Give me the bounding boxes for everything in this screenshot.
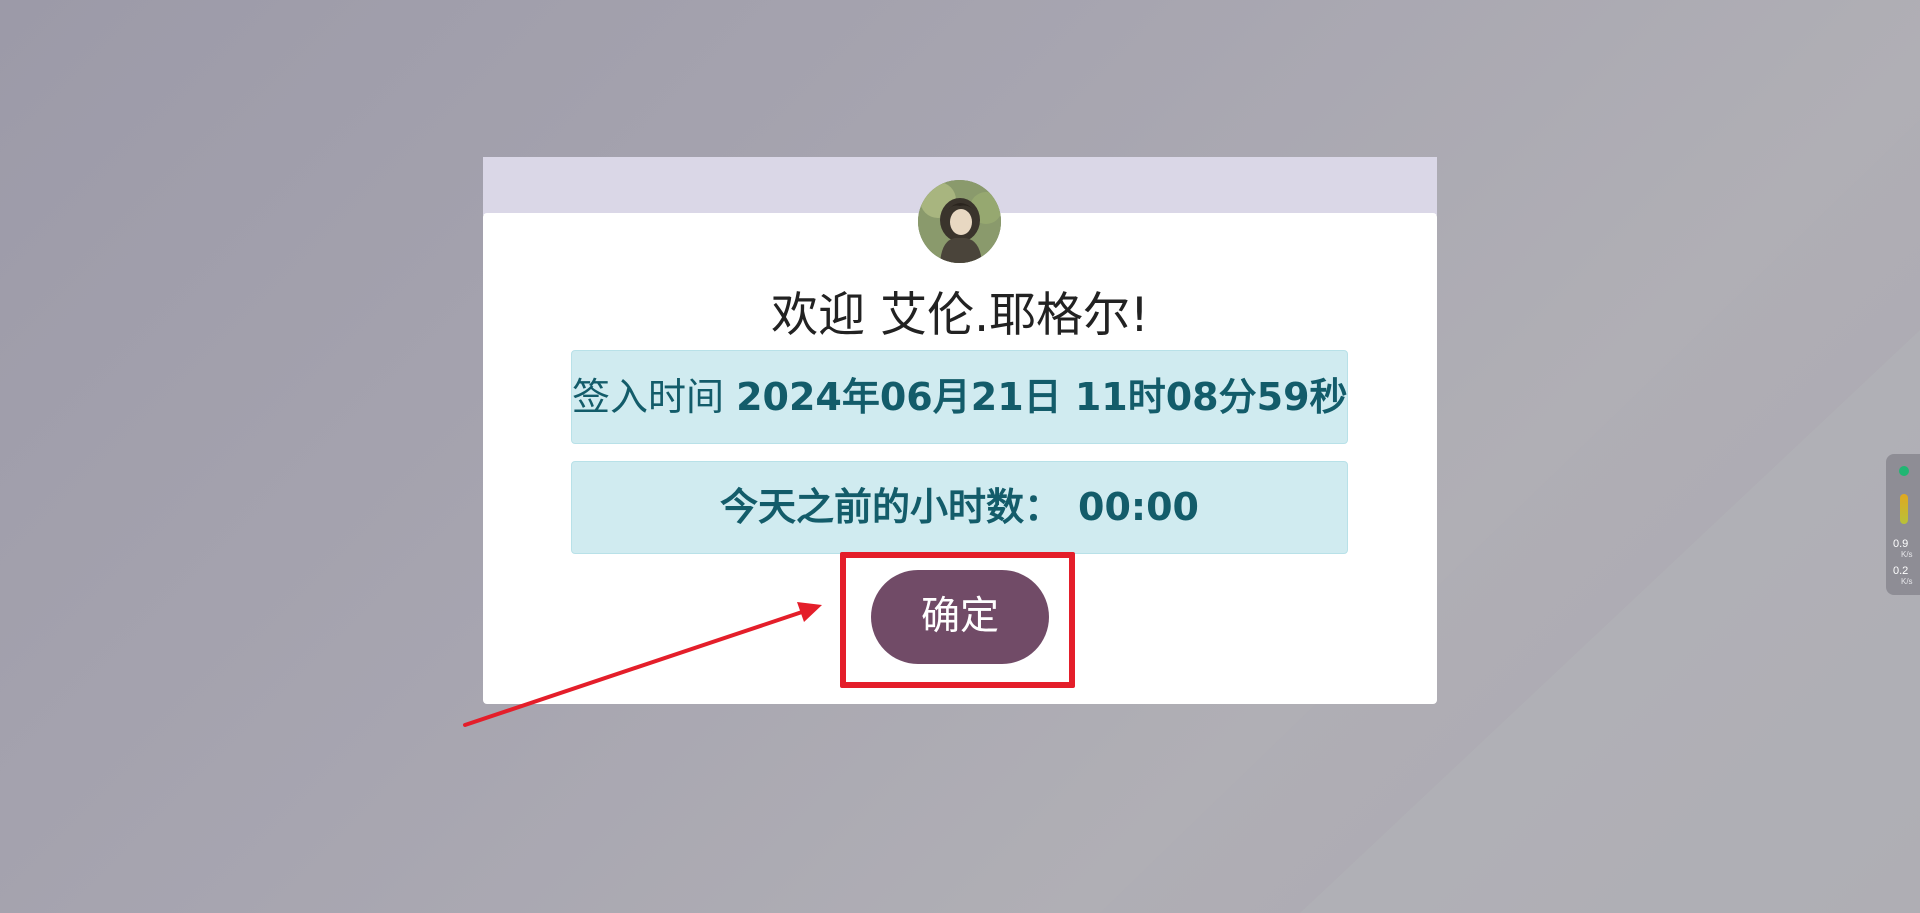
checkin-label: 签入时间 xyxy=(572,375,725,419)
page-background: { "dialog": { "welcome_prefix": "欢迎", "u… xyxy=(0,0,1920,913)
welcome-title: 欢迎 艾伦.耶格尔! xyxy=(483,282,1437,350)
level-bar-icon xyxy=(1900,494,1908,524)
hours-label: 今天之前的小时数： xyxy=(720,485,1063,529)
download-speed-value: 0.2 xyxy=(1893,565,1909,577)
status-dot-icon xyxy=(1899,466,1909,476)
hours-value: 00:00 xyxy=(1078,485,1199,529)
hours-before-today-box: 今天之前的小时数： 00:00 xyxy=(571,461,1348,554)
checkin-value: 2024年06月21日 11时08分59秒 xyxy=(736,375,1348,419)
network-speed-widget[interactable]: 0.9 K/s 0.2 K/s xyxy=(1886,454,1920,595)
user-avatar xyxy=(918,180,1001,263)
upload-speed-value: 0.9 xyxy=(1893,538,1909,550)
avatar-image xyxy=(918,180,1001,263)
confirm-button[interactable]: 确定 xyxy=(871,570,1049,664)
download-speed-unit: K/s xyxy=(1901,577,1913,586)
upload-speed-unit: K/s xyxy=(1901,550,1913,559)
user-name: 艾伦.耶格尔! xyxy=(880,288,1149,343)
checkin-time-box: 签入时间 2024年06月21日 11时08分59秒 xyxy=(571,350,1348,444)
welcome-prefix: 欢迎 xyxy=(771,288,866,343)
